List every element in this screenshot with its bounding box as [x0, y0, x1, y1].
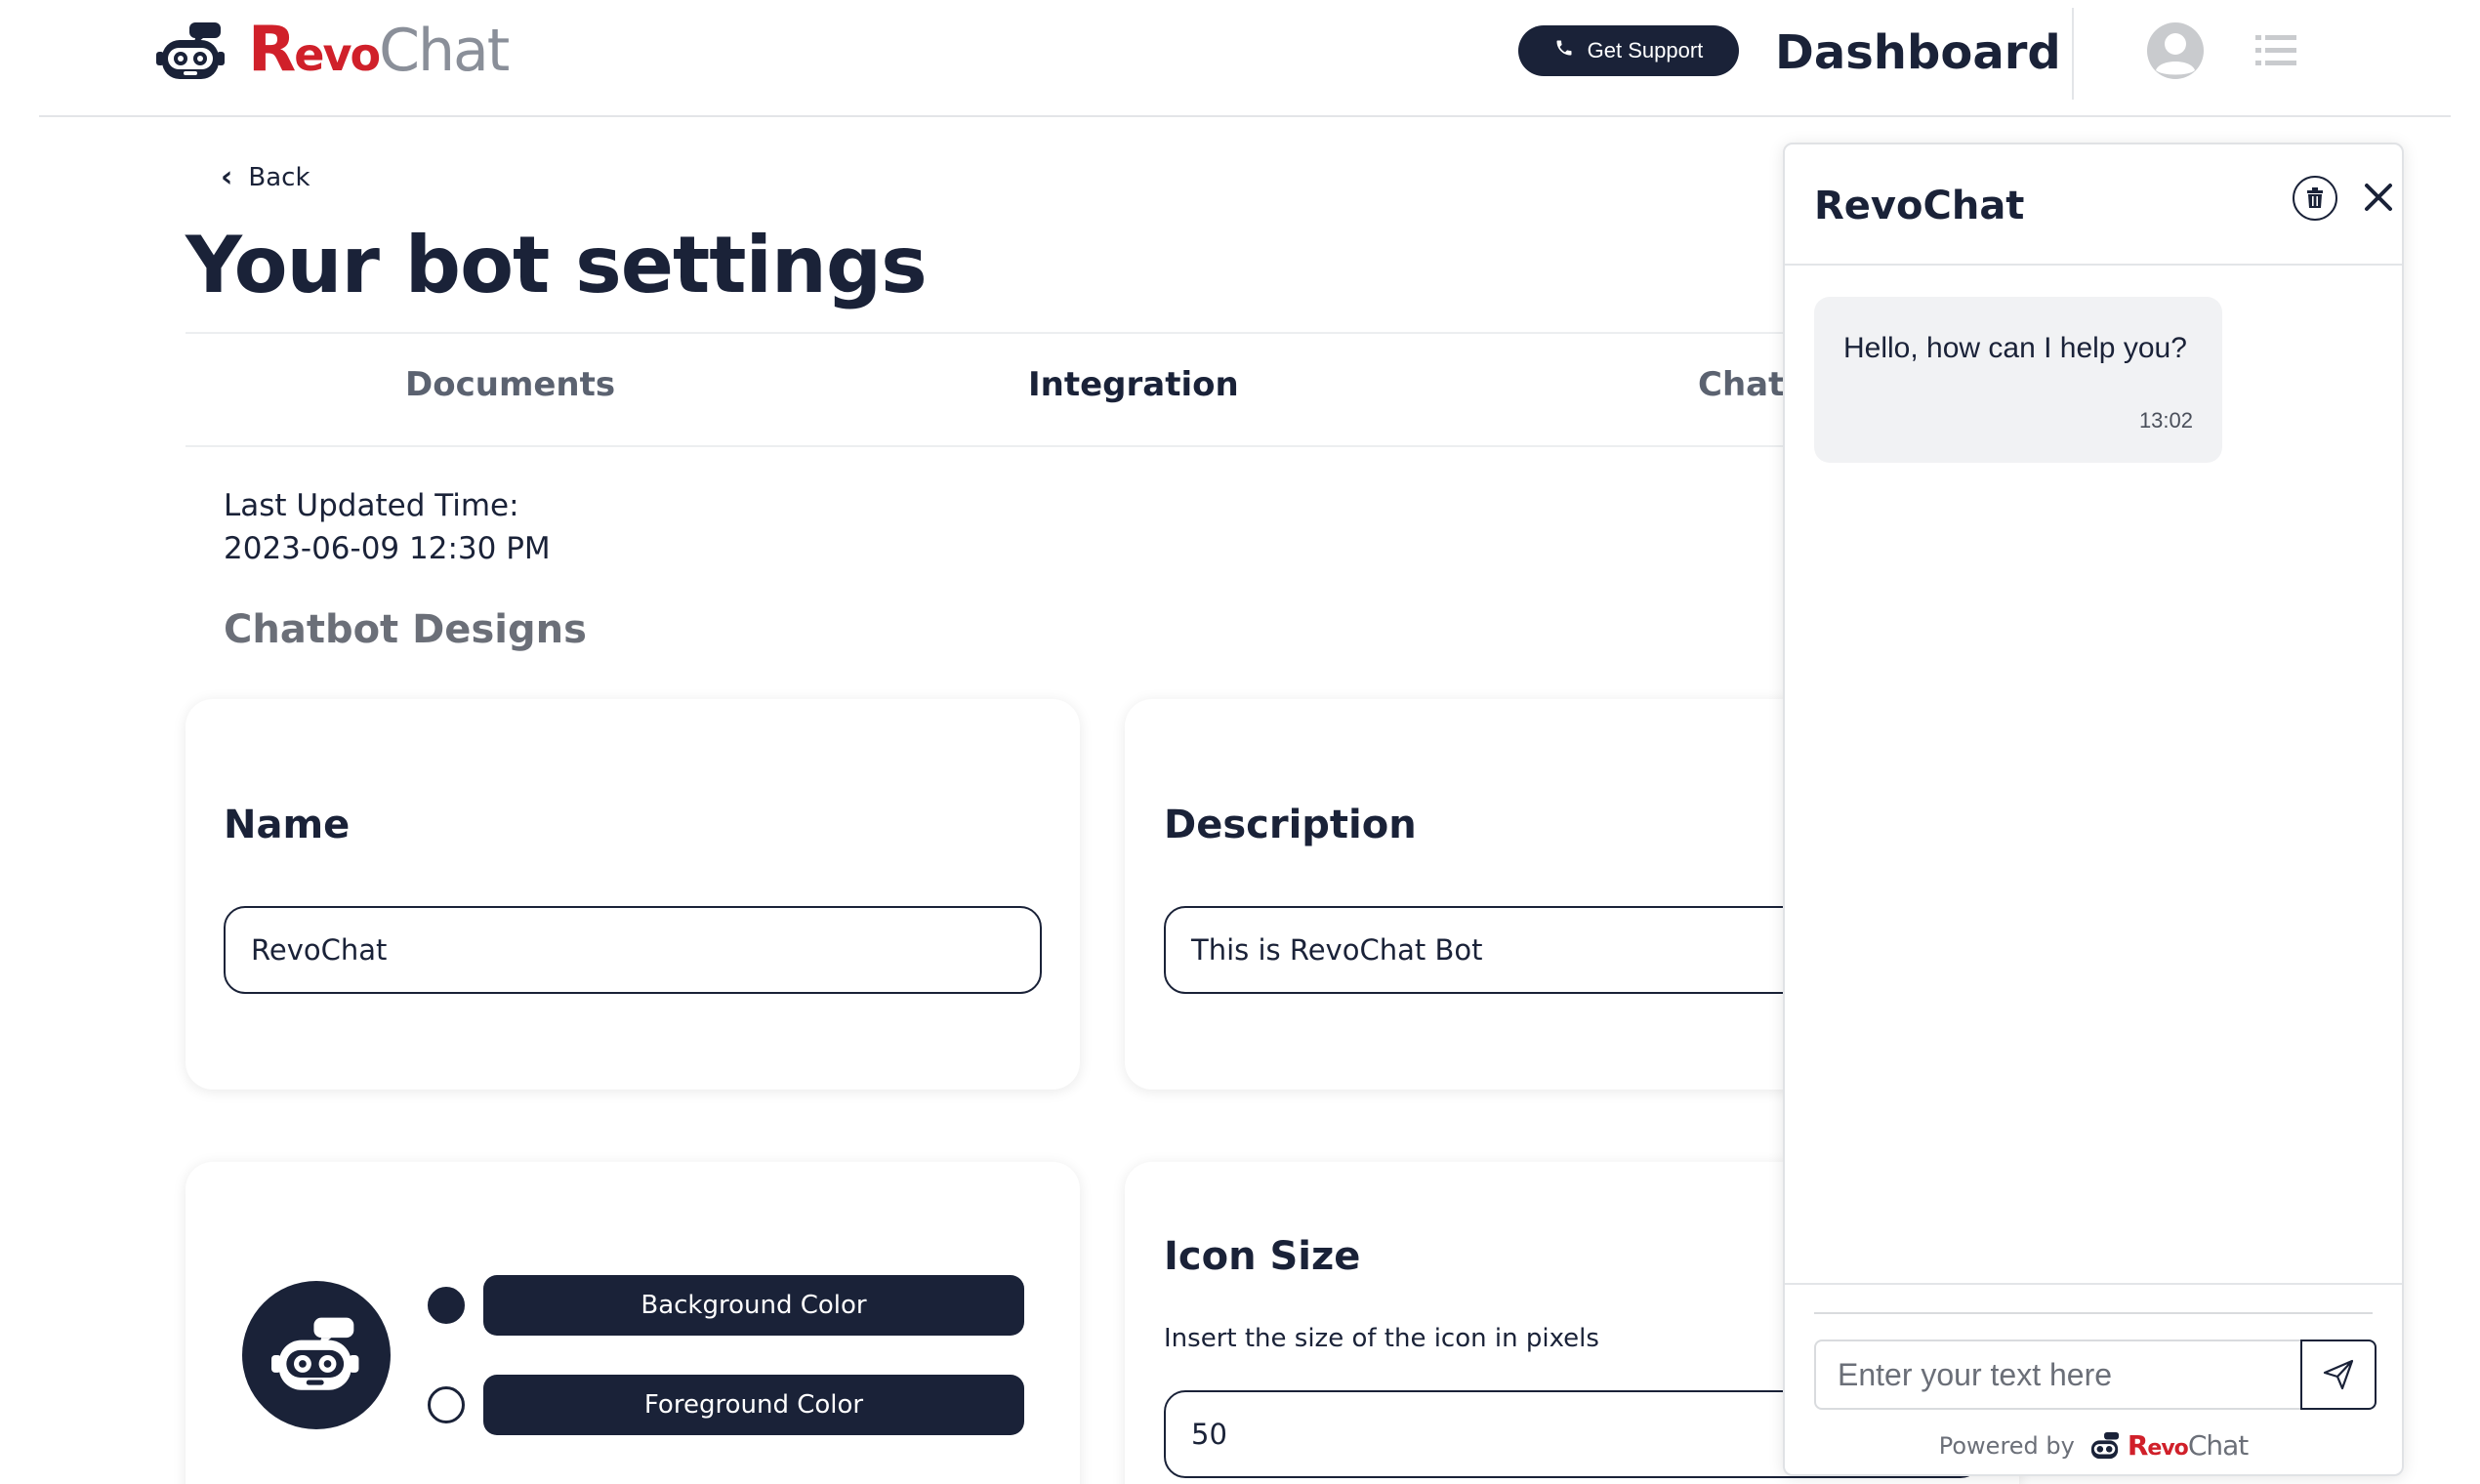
tabs-top-divider — [186, 332, 1787, 334]
footer-divider — [1814, 1312, 2373, 1314]
bot-icon-preview — [242, 1281, 391, 1429]
back-link[interactable]: ‹ Back — [221, 160, 310, 194]
message-text: Hello, how can I help you? — [1843, 332, 2187, 364]
icon-size-helper: Insert the size of the icon in pixels — [1164, 1324, 1599, 1353]
last-updated-label: Last Updated Time: — [224, 488, 519, 523]
close-icon[interactable] — [2361, 180, 2396, 215]
app-header: RevoChat Get Support Dashboard — [0, 0, 2480, 117]
icon-size-title: Icon Size — [1164, 1234, 1361, 1279]
powered-by: Powered by RevoChat — [1785, 1429, 2402, 1462]
list-menu-icon[interactable] — [2255, 33, 2296, 68]
header-divider-line — [39, 115, 2451, 117]
description-card-title: Description — [1164, 803, 1417, 847]
last-updated-value: 2023-06-09 12:30 PM — [224, 531, 551, 566]
tabs-bottom-divider — [186, 445, 1787, 447]
chat-header: RevoChat — [1785, 144, 2402, 266]
powered-by-label: Powered by — [1938, 1431, 2075, 1460]
background-color-button[interactable]: Background Color — [483, 1275, 1024, 1336]
robot-icon — [2090, 1431, 2119, 1459]
message-time: 13:02 — [2138, 408, 2193, 433]
user-avatar-icon[interactable] — [2146, 21, 2205, 80]
chat-footer: Powered by RevoChat — [1785, 1283, 2402, 1474]
name-card-title: Name — [224, 803, 351, 847]
clear-chat-button[interactable] — [2293, 176, 2337, 221]
chat-widget: RevoChat Hello, how can I help you? 13:0… — [1783, 143, 2404, 1476]
tab-integration[interactable]: Integration — [1028, 365, 1239, 404]
get-support-label: Get Support — [1587, 38, 1704, 62]
bot-message: Hello, how can I help you? 13:02 — [1814, 297, 2222, 463]
revochat-mini-logo: RevoChat — [2088, 1429, 2249, 1462]
chat-message-input[interactable] — [1814, 1340, 2302, 1410]
trash-icon — [2307, 187, 2323, 208]
settings-tabs: Documents Integration Chats — [186, 336, 1804, 445]
send-icon — [2323, 1359, 2354, 1390]
chevron-left-icon: ‹ — [221, 160, 233, 194]
tab-documents[interactable]: Documents — [405, 365, 615, 404]
send-button[interactable] — [2300, 1340, 2377, 1410]
chat-title: RevoChat — [1814, 184, 2025, 228]
revochat-logo[interactable]: RevoChat — [156, 13, 510, 86]
mini-logo-wordmark: RevoChat — [2127, 1429, 2249, 1462]
header-divider — [2072, 8, 2074, 100]
back-label: Back — [248, 162, 310, 192]
background-color-radio[interactable] — [428, 1287, 465, 1324]
name-input[interactable]: RevoChat — [224, 906, 1042, 994]
robot-icon — [271, 1317, 359, 1390]
foreground-color-radio[interactable] — [428, 1386, 465, 1423]
phone-icon — [1554, 38, 1574, 63]
dashboard-link[interactable]: Dashboard — [1775, 21, 2061, 84]
foreground-color-button[interactable]: Foreground Color — [483, 1375, 1024, 1435]
logo-wordmark: RevoChat — [248, 13, 510, 86]
page-title: Your bot settings — [186, 220, 928, 310]
name-card: Name RevoChat — [186, 699, 1080, 1090]
section-title: Chatbot Designs — [224, 607, 587, 652]
robot-icon — [156, 22, 225, 79]
get-support-button[interactable]: Get Support — [1518, 25, 1739, 76]
